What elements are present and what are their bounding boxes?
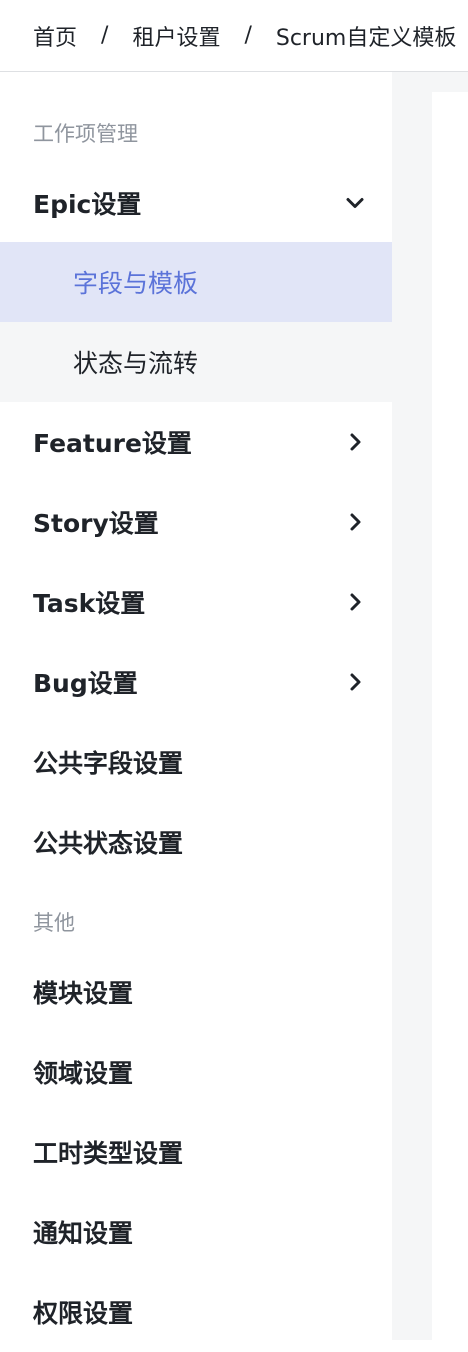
menu-item-module-settings[interactable]: 模块设置 bbox=[0, 952, 392, 1032]
submenu-item-fields-and-templates[interactable]: 字段与模板 bbox=[0, 242, 392, 322]
breadcrumb-separator: / bbox=[244, 23, 252, 48]
menu-group-title-other: 其他 bbox=[33, 911, 75, 935]
menu-item-permission-settings[interactable]: 权限设置 bbox=[0, 1272, 392, 1352]
menu-item-story-settings[interactable]: Story设置 bbox=[0, 482, 392, 562]
menu-item-label: Epic设置 bbox=[33, 190, 142, 219]
sidebar-menu: 工作项管理 Epic设置 字段与模板 状态与流转 Feature设置 Story… bbox=[0, 72, 392, 1340]
chevron-right-icon bbox=[343, 510, 367, 534]
menu-item-epic-settings[interactable]: Epic设置 bbox=[0, 163, 392, 243]
menu-item-label: 公共状态设置 bbox=[33, 829, 184, 858]
menu-item-bug-settings[interactable]: Bug设置 bbox=[0, 642, 392, 722]
chevron-right-icon bbox=[343, 430, 367, 454]
menu-item-notification-settings[interactable]: 通知设置 bbox=[0, 1192, 392, 1272]
menu-item-label: 模块设置 bbox=[33, 979, 134, 1008]
menu-item-label: 通知设置 bbox=[33, 1219, 134, 1248]
menu-item-label: 领域设置 bbox=[33, 1059, 134, 1088]
breadcrumb-separator: / bbox=[101, 23, 109, 48]
menu-item-work-hour-type-settings[interactable]: 工时类型设置 bbox=[0, 1112, 392, 1192]
chevron-right-icon bbox=[343, 590, 367, 614]
breadcrumb-home[interactable]: 首页 bbox=[33, 20, 77, 52]
menu-item-label: 公共字段设置 bbox=[33, 749, 184, 778]
chevron-down-icon bbox=[343, 191, 367, 215]
content-panel bbox=[432, 92, 468, 1340]
submenu-item-status-and-flow[interactable]: 状态与流转 bbox=[0, 322, 392, 402]
chevron-right-icon bbox=[343, 670, 367, 694]
menu-item-label: 权限设置 bbox=[33, 1299, 134, 1328]
menu-item-label: Bug设置 bbox=[33, 669, 138, 698]
menu-item-label: Task设置 bbox=[33, 589, 146, 618]
menu-item-label: Story设置 bbox=[33, 509, 159, 538]
menu-item-label: Feature设置 bbox=[33, 429, 192, 458]
content-area bbox=[392, 72, 468, 1340]
breadcrumb-tenant-settings[interactable]: 租户设置 bbox=[132, 20, 220, 52]
menu-item-domain-settings[interactable]: 领域设置 bbox=[0, 1032, 392, 1112]
menu-item-common-status-settings[interactable]: 公共状态设置 bbox=[0, 802, 392, 882]
breadcrumb-current-page: Scrum自定义模板 bbox=[275, 25, 457, 51]
menu-item-task-settings[interactable]: Task设置 bbox=[0, 562, 392, 642]
menu-group-title-work-items: 工作项管理 bbox=[33, 122, 138, 146]
menu-item-feature-settings[interactable]: Feature设置 bbox=[0, 402, 392, 482]
breadcrumb: 首页 / 租户设置 / Scrum自定义模板 bbox=[0, 0, 468, 72]
menu-item-common-field-settings[interactable]: 公共字段设置 bbox=[0, 722, 392, 802]
menu-item-label: 工时类型设置 bbox=[33, 1139, 184, 1168]
